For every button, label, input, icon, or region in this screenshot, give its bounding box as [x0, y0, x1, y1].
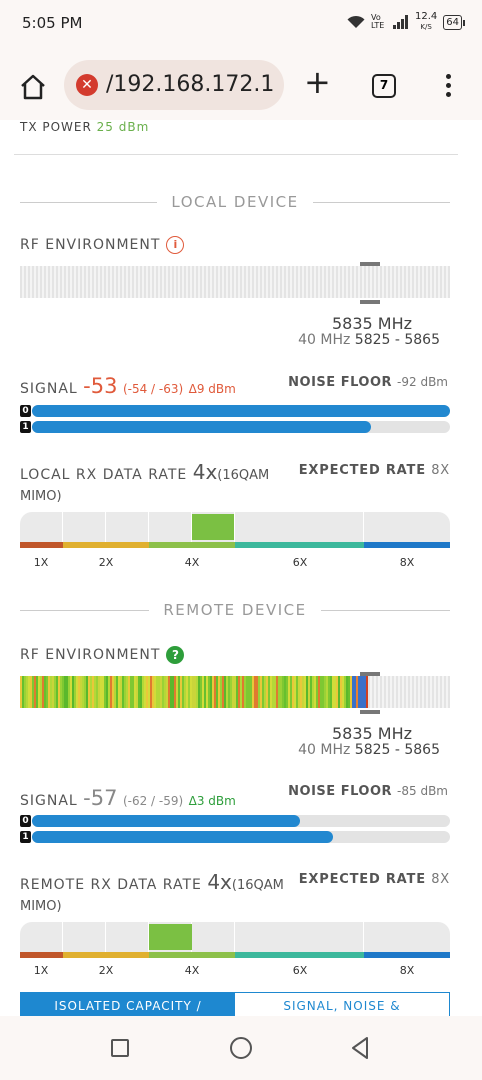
recent-apps-icon[interactable] — [111, 1039, 129, 1057]
signal-icon — [393, 15, 408, 29]
spectrum-marker-bottom — [360, 710, 380, 714]
local-chain-0-bar: 0 — [20, 405, 450, 417]
address-bar[interactable]: ✕ /192.168.172.1 — [64, 60, 284, 110]
remote-signal: SIGNAL -57 (-62 / -59) Δ3 dBm — [20, 786, 236, 810]
remote-rate-scale-labels: 1X 2X 4X 6X 8X — [33, 964, 415, 977]
spectrum-marker-top — [360, 672, 380, 676]
volte-icon: Vo LTE — [371, 13, 385, 30]
remote-rf-environment-label: RF ENVIRONMENT? — [20, 646, 185, 664]
remote-frequency: 5835 MHz — [331, 724, 412, 743]
status-icons: Vo LTE 12.4 K/S 64 — [347, 11, 465, 32]
tx-power-cut: TX POWER 25 dBm — [20, 120, 150, 134]
remote-chain-1-bar: 1 — [20, 831, 450, 843]
page-content: TX POWER 25 dBm LOCAL DEVICE RF ENVIRONM… — [0, 120, 482, 1016]
remote-rx-data-rate-label: REMOTE RX DATA RATE 4x(16QAM MIMO) — [20, 870, 284, 914]
local-rf-environment-label: RF ENVIRONMENT i — [20, 236, 185, 254]
home-icon[interactable] — [18, 72, 48, 102]
remote-chain-0-bar: 0 — [20, 815, 450, 827]
local-signal-value: -53 — [83, 374, 118, 398]
not-secure-icon[interactable]: ✕ — [76, 74, 98, 96]
new-tab-icon[interactable]: + — [304, 64, 331, 100]
divider — [14, 154, 458, 155]
tab-switcher-button[interactable]: 7 — [372, 74, 396, 98]
remote-frequency-range: 40 MHz 5825 - 5865 — [298, 742, 440, 758]
local-rate-indicator — [20, 512, 450, 548]
local-expected-rate: EXPECTED RATE 8X — [298, 463, 450, 478]
remote-device-heading: REMOTE DEVICE — [20, 600, 450, 620]
status-time: 5:05 PM — [22, 14, 83, 32]
home-nav-icon[interactable] — [230, 1037, 252, 1059]
system-nav-bar — [0, 1016, 482, 1080]
net-speed: 12.4 K/S — [415, 11, 438, 32]
remote-signal-value: -57 — [83, 786, 118, 810]
local-noise-floor: NOISE FLOOR -92 dBm — [288, 375, 448, 390]
remote-expected-rate: EXPECTED RATE 8X — [298, 872, 450, 887]
remote-active-rate — [149, 924, 192, 950]
local-signal: SIGNAL -53 (-54 / -63) Δ9 dBm — [20, 374, 236, 398]
status-bar: 5:05 PM Vo LTE 12.4 K/S 64 — [0, 0, 482, 48]
tab-isolated-capacity[interactable]: ISOLATED CAPACITY / — [21, 993, 235, 1016]
local-frequency: 5835 MHz — [331, 314, 412, 333]
wifi-icon — [347, 15, 365, 28]
overflow-menu-icon[interactable] — [446, 74, 452, 101]
local-chain-1-bar: 1 — [20, 421, 450, 433]
remote-noise-floor: NOISE FLOOR -85 dBm — [288, 784, 448, 799]
remote-rf-spectrum — [20, 676, 368, 708]
local-rate-scale-labels: 1X 2X 4X 6X 8X — [33, 556, 415, 569]
url-text[interactable]: /192.168.172.1 — [106, 72, 274, 97]
help-icon[interactable]: ? — [166, 646, 185, 664]
battery-icon: 64 — [443, 14, 465, 30]
local-device-heading: LOCAL DEVICE — [20, 192, 450, 212]
local-rf-spectrum — [20, 266, 450, 298]
local-active-rate — [192, 514, 234, 540]
remote-rate-indicator — [20, 922, 450, 958]
info-icon[interactable]: i — [166, 236, 185, 254]
back-icon[interactable] — [350, 1036, 370, 1060]
capacity-tabs: ISOLATED CAPACITY / SIGNAL, NOISE & — [20, 992, 450, 1016]
tab-signal-noise[interactable]: SIGNAL, NOISE & — [235, 993, 449, 1016]
local-frequency-range: 40 MHz 5825 - 5865 — [298, 332, 440, 348]
local-rx-data-rate-label: LOCAL RX DATA RATE 4x(16QAM MIMO) — [20, 460, 270, 504]
browser-toolbar: ✕ /192.168.172.1 + 7 — [0, 48, 482, 120]
spectrum-marker-top — [360, 262, 380, 266]
spectrum-marker-bottom — [360, 300, 380, 304]
